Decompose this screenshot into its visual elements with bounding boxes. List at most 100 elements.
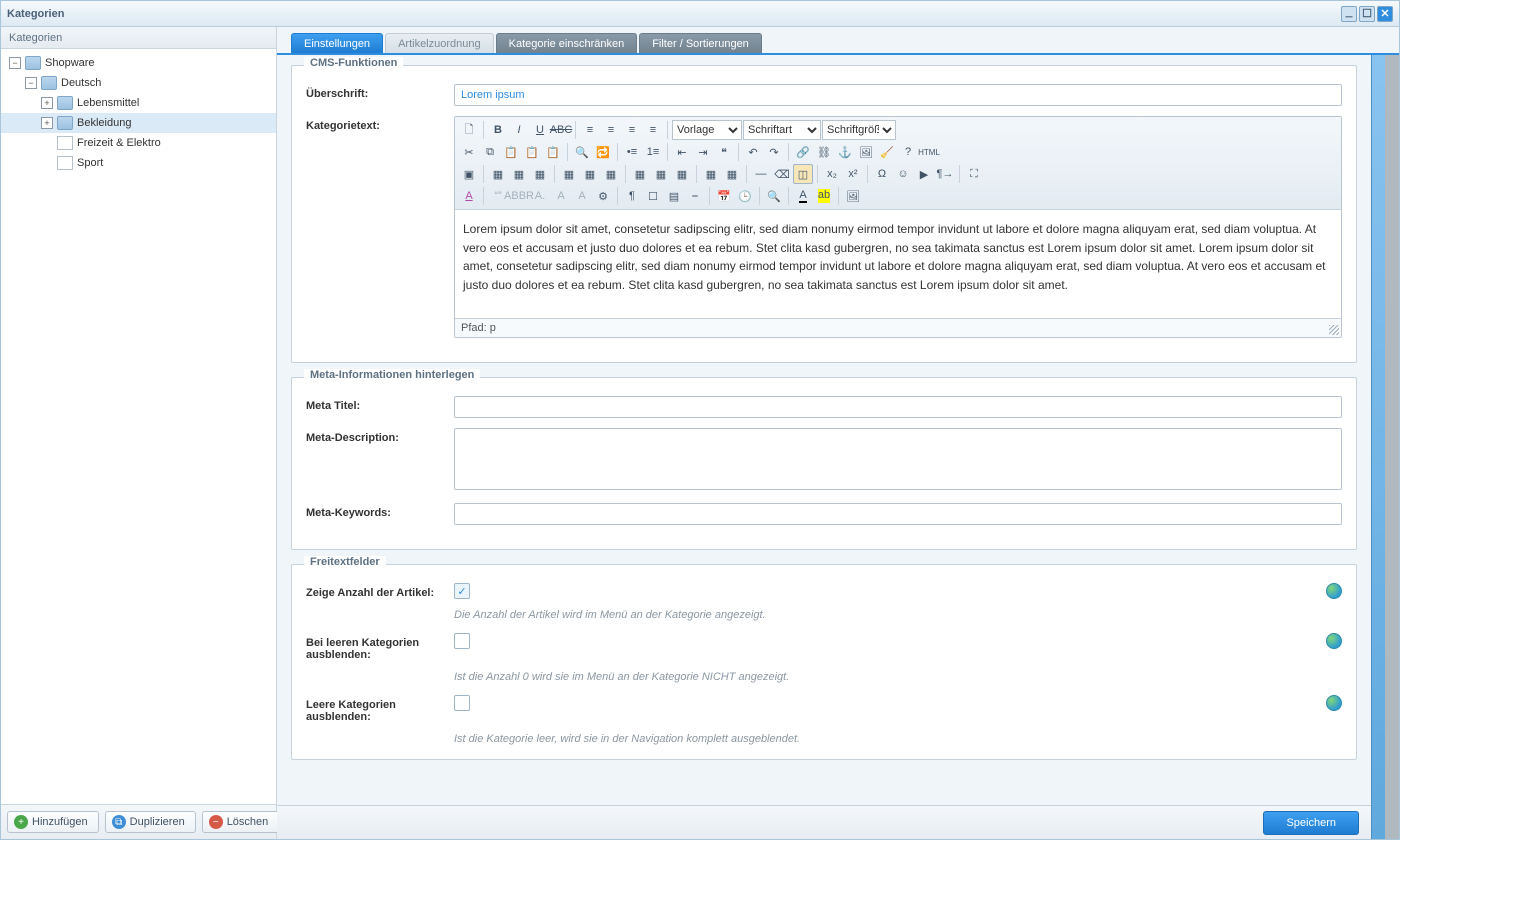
- ltr-icon[interactable]: ¶→: [935, 164, 955, 184]
- expand-toggle-icon[interactable]: −: [9, 57, 21, 69]
- fontsize-select[interactable]: Schriftgröße: [822, 120, 896, 140]
- ins-icon[interactable]: A: [572, 186, 592, 206]
- duplicate-button[interactable]: ⧉ Duplizieren: [105, 811, 196, 833]
- template-select[interactable]: Vorlage: [672, 120, 742, 140]
- backcolor-icon[interactable]: ab: [814, 186, 834, 206]
- preview-icon[interactable]: 🔍: [764, 186, 784, 206]
- meta-title-input[interactable]: [454, 396, 1342, 418]
- window-minimize-button[interactable]: ﹘: [1341, 6, 1357, 22]
- undo-icon[interactable]: ↶: [743, 142, 763, 162]
- scrollbar[interactable]: [1371, 55, 1385, 839]
- layer-icon[interactable]: ▣: [459, 164, 479, 184]
- paste-icon[interactable]: 📋: [501, 142, 521, 162]
- replace-icon[interactable]: 🔁: [593, 142, 613, 162]
- cleanup-icon[interactable]: 🧹: [877, 142, 897, 162]
- remove-format-icon[interactable]: ⌫: [772, 164, 792, 184]
- paste-text-icon[interactable]: 📋: [522, 142, 542, 162]
- insertdate-icon[interactable]: 📅: [714, 186, 734, 206]
- attribs-icon[interactable]: ⚙: [593, 186, 613, 206]
- globe-icon[interactable]: [1326, 633, 1342, 649]
- fontfamily-select[interactable]: Schriftart: [743, 120, 821, 140]
- expand-toggle-icon[interactable]: −: [25, 77, 37, 89]
- anchor-icon[interactable]: ⚓: [835, 142, 855, 162]
- underline-icon[interactable]: U: [530, 120, 550, 140]
- expand-toggle-icon[interactable]: +: [41, 97, 53, 109]
- media-manager-icon[interactable]: 🖼: [843, 186, 863, 206]
- row-before-icon[interactable]: ▦: [559, 164, 579, 184]
- meta-keywords-input[interactable]: [454, 503, 1342, 525]
- html-icon[interactable]: HTML: [919, 142, 939, 162]
- superscript-icon[interactable]: x²: [843, 164, 863, 184]
- merge-cells-icon[interactable]: ▦: [722, 164, 742, 184]
- acronym-icon[interactable]: A.: [530, 186, 550, 206]
- find-icon[interactable]: 🔍: [572, 142, 592, 162]
- expand-toggle-icon[interactable]: +: [41, 117, 53, 129]
- inserttime-icon[interactable]: 🕒: [735, 186, 755, 206]
- hide-empty-checkbox[interactable]: [454, 633, 470, 649]
- delete-button[interactable]: − Löschen: [202, 811, 280, 833]
- delete-col-icon[interactable]: ▦: [672, 164, 692, 184]
- subscript-icon[interactable]: x₂: [822, 164, 842, 184]
- outdent-icon[interactable]: ⇤: [672, 142, 692, 162]
- styleprops-icon[interactable]: A: [459, 186, 479, 206]
- forecolor-icon[interactable]: A: [793, 186, 813, 206]
- image-icon[interactable]: 🖼: [856, 142, 876, 162]
- help-icon[interactable]: ?: [898, 142, 918, 162]
- visual-aid-icon[interactable]: ◫: [793, 164, 813, 184]
- align-center-icon[interactable]: ≡: [601, 120, 621, 140]
- tree-node-level1[interactable]: − Deutsch: [1, 73, 276, 93]
- hide-empty-cat-checkbox[interactable]: [454, 695, 470, 711]
- tab[interactable]: Kategorie einschränken: [496, 33, 638, 53]
- redo-icon[interactable]: ↷: [764, 142, 784, 162]
- meta-description-input[interactable]: [454, 428, 1342, 490]
- abbr-icon[interactable]: ABBR: [509, 186, 529, 206]
- bullet-list-icon[interactable]: •≡: [622, 142, 642, 162]
- italic-icon[interactable]: I: [509, 120, 529, 140]
- copy-icon[interactable]: ⧉: [480, 142, 500, 162]
- resize-handle-icon[interactable]: [1329, 325, 1339, 335]
- window-close-button[interactable]: ✕: [1377, 6, 1393, 22]
- table-icon[interactable]: ▦: [488, 164, 508, 184]
- indent-icon[interactable]: ⇥: [693, 142, 713, 162]
- save-button[interactable]: Speichern: [1263, 811, 1359, 835]
- row-after-icon[interactable]: ▦: [580, 164, 600, 184]
- heading-input[interactable]: [454, 84, 1342, 106]
- col-before-icon[interactable]: ▦: [630, 164, 650, 184]
- fullscreen-icon[interactable]: ⛶: [964, 164, 984, 184]
- del-icon[interactable]: A: [551, 186, 571, 206]
- emoticon-icon[interactable]: ☺: [893, 164, 913, 184]
- unlink-icon[interactable]: ⛓: [814, 142, 834, 162]
- tree-node[interactable]: Freizeit & Elektro: [1, 133, 276, 153]
- cell-props-icon[interactable]: ▦: [530, 164, 550, 184]
- nbsp-icon[interactable]: ☐: [643, 186, 663, 206]
- align-right-icon[interactable]: ≡: [622, 120, 642, 140]
- globe-icon[interactable]: [1326, 583, 1342, 599]
- new-document-icon[interactable]: 🗋: [459, 120, 479, 140]
- row-props-icon[interactable]: ▦: [509, 164, 529, 184]
- tree-node[interactable]: Sport: [1, 153, 276, 173]
- show-count-checkbox[interactable]: ✓: [454, 583, 470, 599]
- number-list-icon[interactable]: 1≡: [643, 142, 663, 162]
- charmap-icon[interactable]: Ω: [872, 164, 892, 184]
- template-icon[interactable]: ▤: [664, 186, 684, 206]
- bold-icon[interactable]: B: [488, 120, 508, 140]
- strikethrough-icon[interactable]: ABC: [551, 120, 571, 140]
- delete-row-icon[interactable]: ▦: [601, 164, 621, 184]
- tab[interactable]: Artikelzuordnung: [385, 33, 494, 53]
- editor-content[interactable]: Lorem ipsum dolor sit amet, consetetur s…: [455, 210, 1341, 318]
- link-icon[interactable]: 🔗: [793, 142, 813, 162]
- tree-node[interactable]: +Lebensmittel: [1, 93, 276, 113]
- window-maximize-button[interactable]: ☐: [1359, 6, 1375, 22]
- pagebreak-icon[interactable]: ⎯: [685, 186, 705, 206]
- blockquote-icon[interactable]: ❝: [714, 142, 734, 162]
- align-left-icon[interactable]: ≡: [580, 120, 600, 140]
- tab[interactable]: Filter / Sortierungen: [639, 33, 762, 53]
- paste-word-icon[interactable]: 📋: [543, 142, 563, 162]
- globe-icon[interactable]: [1326, 695, 1342, 711]
- tree-node-root[interactable]: − Shopware: [1, 53, 276, 73]
- hr-icon[interactable]: —: [751, 164, 771, 184]
- align-justify-icon[interactable]: ≡: [643, 120, 663, 140]
- split-cells-icon[interactable]: ▦: [701, 164, 721, 184]
- add-button[interactable]: + Hinzufügen: [7, 811, 99, 833]
- visualchars-icon[interactable]: ¶: [622, 186, 642, 206]
